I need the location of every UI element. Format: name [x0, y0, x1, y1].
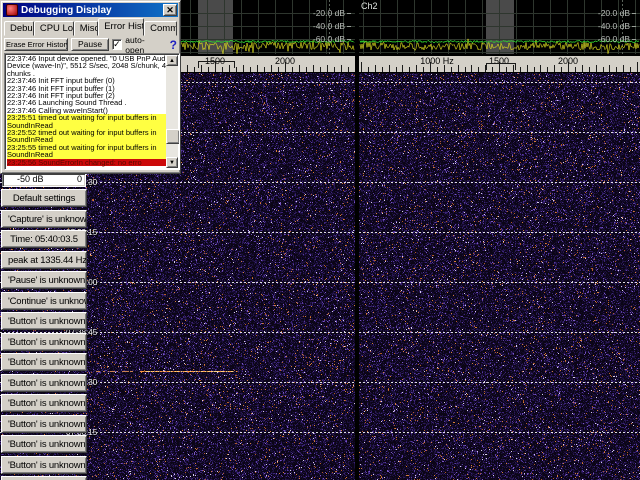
close-icon[interactable]: ✕: [163, 4, 177, 16]
scroll-down-icon[interactable]: ▼: [166, 157, 178, 168]
sidebar-button-9[interactable]: 'Button' is unknown: [1, 374, 87, 392]
scrollbar[interactable]: ▲ ▼: [166, 55, 178, 168]
channel2-label: Ch2: [361, 1, 378, 11]
tab-debug[interactable]: Debug: [4, 21, 34, 36]
error-history-list[interactable]: 22:37:46 Input device opened. "0 USB PnP…: [4, 53, 180, 170]
toolbar: Erase Error History Pause ✓ auto-open ?: [4, 37, 177, 52]
debugging-display-window: Debugging Display ✕ DebugCPU LoadMiscErr…: [0, 0, 181, 174]
sidebar-button-12[interactable]: 'Button' is unknown: [1, 435, 87, 453]
erase-error-history-button[interactable]: Erase Error History: [4, 38, 68, 51]
sidebar-button-2[interactable]: Time: 05:40:03.5: [1, 230, 87, 248]
sidebar-button-3[interactable]: peak at 1335.44 Hz: [1, 251, 87, 269]
sidebar-button-1[interactable]: 'Capture' is unknown: [1, 210, 87, 228]
title-bar[interactable]: Debugging Display ✕: [3, 3, 178, 17]
sidebar-button-11[interactable]: 'Button' is unknown: [1, 415, 87, 433]
sidebar-button-10[interactable]: 'Button' is unknown: [1, 394, 87, 412]
auto-open-label: auto-open: [125, 35, 162, 55]
level-zero-value: 0: [77, 174, 82, 184]
freq-label: 1000 Hz: [420, 56, 454, 66]
sidebar-button-6[interactable]: 'Button' is unknown: [1, 312, 87, 330]
sidebar-button-8[interactable]: 'Button' is unknown: [1, 353, 87, 371]
tab-misc[interactable]: Misc: [74, 21, 98, 36]
sidebar-button-13[interactable]: 'Button' is unknown: [1, 456, 87, 474]
band-marker-right: [486, 63, 516, 70]
sidebar-button-7[interactable]: 'Button' is unknown: [1, 333, 87, 351]
scroll-up-icon[interactable]: ▲: [166, 55, 178, 66]
scrollbar-thumb[interactable]: [166, 129, 180, 144]
auto-open-checkbox[interactable]: ✓: [112, 39, 123, 50]
log-line: 23:25:56 SoundErrorIn changed: no erro: [7, 159, 166, 166]
tab-cpu-load[interactable]: CPU Load: [34, 21, 74, 36]
sidebar-button-4[interactable]: 'Pause' is unknown: [1, 271, 87, 289]
level-db-value: -50 dB: [17, 174, 44, 184]
band-marker-left: [198, 61, 235, 68]
waterfall-right-canvas[interactable]: [359, 73, 640, 480]
sidebar-button-5[interactable]: 'Continue' is unknown: [1, 292, 87, 310]
sidebar-button-0[interactable]: Default settings: [1, 189, 87, 207]
window-title: Debugging Display: [21, 5, 163, 16]
channel-divider: [355, 0, 359, 480]
app-icon: [6, 4, 18, 16]
tab-error-history[interactable]: Error History: [98, 18, 144, 36]
freq-label: 2000: [275, 56, 295, 66]
level-display: -50 dB 0: [2, 173, 86, 187]
freq-label: 2000: [558, 56, 578, 66]
app-screen: Ch2 -20.0 dB-40.0 dB-60.0 dB -20.0 dB-40…: [0, 0, 640, 480]
pause-button[interactable]: Pause: [71, 38, 109, 51]
help-icon[interactable]: ?: [170, 38, 177, 52]
sidebar-button-14[interactable]: 'Button' is unknown: [1, 476, 87, 480]
